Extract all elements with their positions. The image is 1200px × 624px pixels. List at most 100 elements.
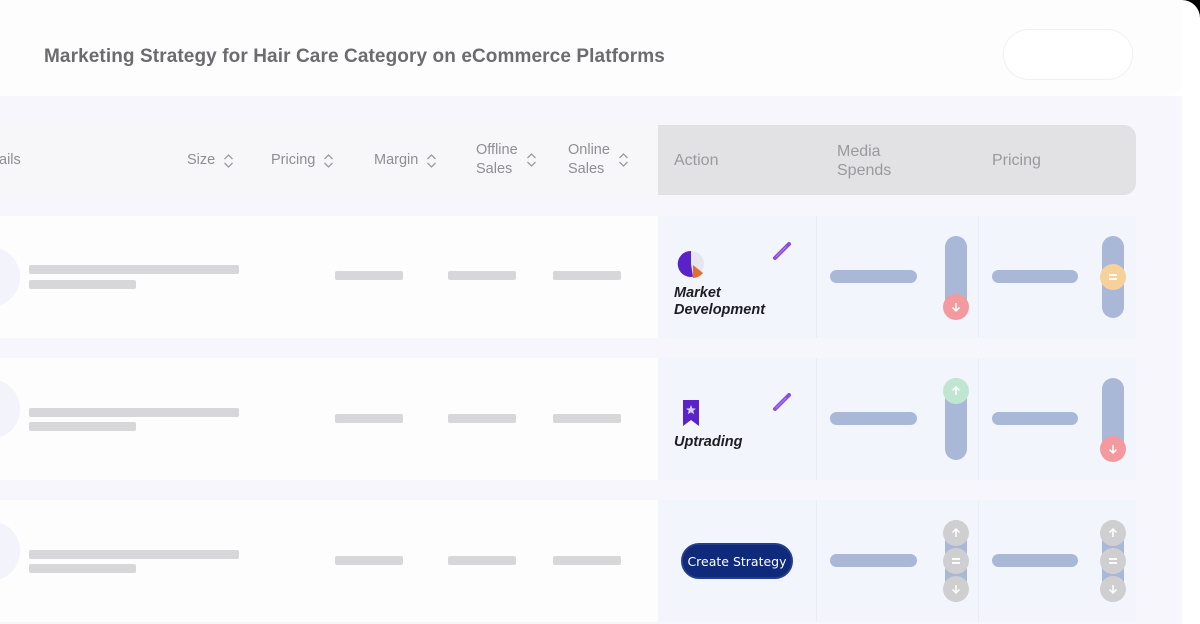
column-divider bbox=[816, 358, 817, 480]
pricing-slider[interactable] bbox=[1100, 236, 1126, 318]
table-row-strategy: Uptrading bbox=[658, 358, 1136, 480]
column-label: Offline Sales bbox=[476, 141, 518, 179]
increase-option[interactable] bbox=[1100, 520, 1126, 546]
column-header-media-spends: Media Spends bbox=[837, 142, 891, 180]
column-label-line: Offline bbox=[476, 142, 518, 158]
column-label: Online Sales bbox=[568, 141, 610, 179]
column-divider bbox=[978, 358, 979, 480]
column-header-pricing[interactable]: Pricing bbox=[271, 151, 334, 170]
sales-placeholder bbox=[553, 271, 621, 280]
strategy-label-line: Development bbox=[674, 302, 766, 318]
arrow-down-icon bbox=[951, 303, 961, 313]
column-label-line: Media bbox=[837, 143, 881, 160]
column-header-pricing-strategy: Pricing bbox=[992, 152, 1041, 169]
media-spends-slider[interactable] bbox=[943, 378, 969, 460]
column-divider bbox=[816, 500, 817, 622]
column-label-line: Spends bbox=[837, 162, 892, 179]
column-label: Margin bbox=[374, 152, 419, 168]
arrow-down-icon bbox=[951, 585, 961, 595]
sort-icon[interactable] bbox=[618, 152, 629, 168]
column-divider bbox=[816, 216, 817, 338]
product-avatar bbox=[0, 521, 20, 581]
equal-icon bbox=[1109, 274, 1117, 280]
edit-pencil-icon[interactable] bbox=[771, 391, 793, 413]
decrease-knob[interactable] bbox=[943, 294, 969, 320]
column-header-details: ails bbox=[0, 151, 21, 170]
margin-placeholder bbox=[448, 271, 516, 280]
table-header-right: Action Media Spends Pricing bbox=[658, 125, 1136, 195]
media-spends-bar bbox=[830, 412, 917, 425]
pricing-bar bbox=[992, 412, 1078, 425]
media-spends-slider[interactable] bbox=[943, 520, 969, 602]
sort-icon[interactable] bbox=[526, 152, 537, 168]
equal-icon bbox=[952, 558, 960, 564]
sort-icon[interactable] bbox=[426, 153, 437, 169]
column-divider bbox=[978, 500, 979, 622]
pricing-slider[interactable] bbox=[1100, 520, 1126, 602]
equal-icon bbox=[1109, 558, 1117, 564]
pie-chart-icon bbox=[677, 250, 704, 278]
table-row[interactable] bbox=[0, 216, 660, 338]
media-spends-slider[interactable] bbox=[943, 236, 969, 320]
pricing-placeholder bbox=[335, 271, 403, 280]
column-header-margin[interactable]: Margin bbox=[374, 151, 437, 170]
pricing-bar bbox=[992, 554, 1078, 567]
pricing-slider[interactable] bbox=[1100, 378, 1126, 462]
pricing-bar bbox=[992, 270, 1078, 283]
column-header-size[interactable]: Size bbox=[187, 151, 234, 170]
pricing-placeholder bbox=[335, 556, 403, 565]
table-row[interactable] bbox=[0, 500, 660, 622]
arrow-up-icon bbox=[1108, 527, 1118, 537]
strategy-label-line: Uptrading bbox=[674, 434, 743, 450]
decrease-option[interactable] bbox=[1100, 576, 1126, 602]
media-spends-bar bbox=[830, 554, 917, 567]
header-bar: Marketing Strategy for Hair Care Categor… bbox=[0, 0, 1182, 96]
sort-icon[interactable] bbox=[323, 153, 334, 169]
column-header-online-sales[interactable]: Online Sales bbox=[568, 141, 629, 179]
decrease-knob[interactable] bbox=[1100, 436, 1126, 462]
equal-knob[interactable] bbox=[1100, 264, 1126, 290]
product-subtitle-placeholder bbox=[29, 280, 136, 289]
sort-icon[interactable] bbox=[223, 153, 234, 169]
margin-placeholder bbox=[448, 414, 516, 423]
column-label-line: Sales bbox=[568, 161, 605, 177]
sales-placeholder bbox=[553, 414, 621, 423]
table-row-strategy: Create Strategy bbox=[658, 500, 1136, 622]
column-divider bbox=[978, 216, 979, 338]
arrow-up-icon bbox=[951, 527, 961, 537]
strategy-label-line: Market bbox=[674, 285, 721, 301]
equal-option[interactable] bbox=[943, 548, 969, 574]
column-header-action: Action bbox=[674, 152, 719, 169]
equal-option[interactable] bbox=[1100, 548, 1126, 574]
product-subtitle-placeholder bbox=[29, 422, 136, 431]
product-name-placeholder bbox=[29, 265, 239, 274]
pricing-placeholder bbox=[335, 414, 403, 423]
product-subtitle-placeholder bbox=[29, 564, 136, 573]
increase-option[interactable] bbox=[943, 520, 969, 546]
header-action-button[interactable] bbox=[1003, 29, 1133, 80]
column-label-line: Online bbox=[568, 142, 610, 158]
arrow-down-icon bbox=[1108, 445, 1118, 455]
media-spends-bar bbox=[830, 270, 917, 283]
margin-placeholder bbox=[448, 556, 516, 565]
strategy-label: Uptrading bbox=[674, 434, 742, 451]
strategy-label: Market Development bbox=[674, 285, 765, 319]
page-title: Marketing Strategy for Hair Care Categor… bbox=[44, 46, 665, 67]
product-name-placeholder bbox=[29, 550, 239, 559]
table-row[interactable] bbox=[0, 358, 660, 480]
column-label-line: Sales bbox=[476, 161, 513, 177]
increase-knob[interactable] bbox=[943, 378, 969, 404]
table-row-strategy: Market Development bbox=[658, 216, 1136, 338]
bookmark-star-icon bbox=[683, 400, 699, 426]
arrow-up-icon bbox=[951, 385, 961, 395]
decrease-option[interactable] bbox=[943, 576, 969, 602]
table-header-left: ails Size Pricing Margin Offline Sales O… bbox=[0, 125, 660, 195]
column-label: Pricing bbox=[271, 152, 316, 168]
create-strategy-button[interactable]: Create Strategy bbox=[681, 543, 793, 579]
column-label: Size bbox=[187, 152, 216, 168]
edit-pencil-icon[interactable] bbox=[771, 240, 793, 262]
product-avatar bbox=[0, 247, 20, 307]
arrow-down-icon bbox=[1108, 585, 1118, 595]
column-label: ails bbox=[0, 152, 21, 168]
column-header-offline-sales[interactable]: Offline Sales bbox=[476, 141, 537, 179]
